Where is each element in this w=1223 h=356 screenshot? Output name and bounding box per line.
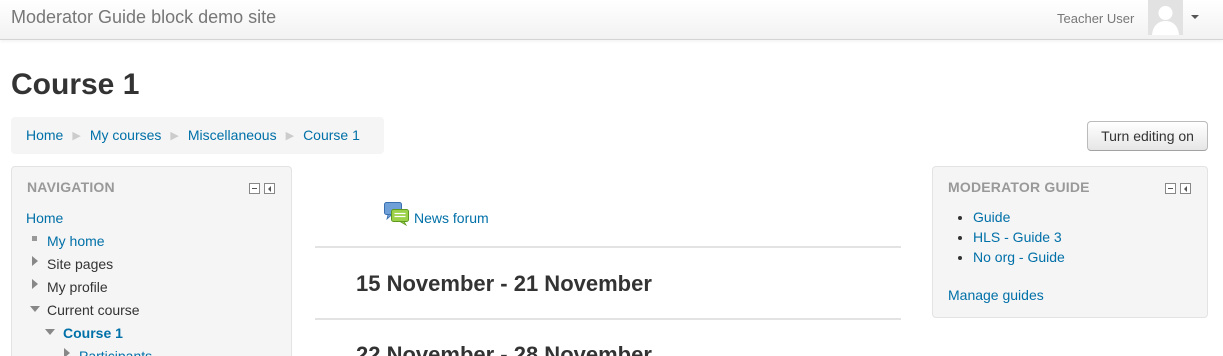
week-heading: 15 November - 21 November <box>356 271 652 296</box>
top-navbar: Moderator Guide block demo site Teacher … <box>0 0 1223 40</box>
nav-item-current-course[interactable]: Current course <box>47 302 140 318</box>
guide-list: Guide HLS - Guide 3 No org - Guide <box>973 207 1065 267</box>
moderator-guide-block-title: MODERATOR GUIDE <box>948 179 1090 195</box>
nav-item-site-pages[interactable]: Site pages <box>47 256 113 272</box>
navigation-block: NAVIGATION Home My home Site pages My pr… <box>11 166 292 356</box>
breadcrumb-miscellaneous[interactable]: Miscellaneous <box>188 127 277 143</box>
user-menu-caret-icon[interactable] <box>1191 15 1199 19</box>
section-divider <box>315 318 901 320</box>
nav-item-my-profile[interactable]: My profile <box>47 279 108 295</box>
breadcrumb-course[interactable]: Course 1 <box>303 127 360 143</box>
manage-guides-link[interactable]: Manage guides <box>948 287 1044 303</box>
nav-item-my-home[interactable]: My home <box>47 233 105 249</box>
minimize-icon[interactable] <box>1165 183 1176 194</box>
list-item: HLS - Guide 3 <box>973 227 1065 247</box>
user-name[interactable]: Teacher User <box>1057 11 1134 26</box>
nav-item-participants[interactable]: Participants <box>79 348 152 356</box>
dock-icon[interactable] <box>264 183 275 194</box>
nav-item-course-1[interactable]: Course 1 <box>63 325 123 341</box>
page-title: Course 1 <box>11 68 140 101</box>
forum-icon <box>384 202 409 226</box>
breadcrumb: Home ▶ My courses ▶ Miscellaneous ▶ Course 1 <box>11 117 384 154</box>
navigation-block-title: NAVIGATION <box>27 179 115 195</box>
expand-arrow-icon[interactable] <box>64 348 70 356</box>
avatar[interactable] <box>1148 0 1183 35</box>
week-heading: 22 November - 28 November <box>356 342 652 356</box>
guide-link[interactable]: No org - Guide <box>973 249 1065 265</box>
dock-icon[interactable] <box>1180 183 1191 194</box>
list-item: Guide <box>973 207 1065 227</box>
breadcrumb-separator-icon: ▶ <box>72 130 81 142</box>
news-forum-link[interactable]: News forum <box>414 210 489 226</box>
expand-arrow-icon[interactable] <box>32 256 38 266</box>
minimize-icon[interactable] <box>249 183 260 194</box>
breadcrumb-my-courses[interactable]: My courses <box>90 127 162 143</box>
guide-link[interactable]: Guide <box>973 209 1010 225</box>
moderator-guide-block: MODERATOR GUIDE Guide HLS - Guide 3 No o… <box>932 166 1208 318</box>
nav-item-home[interactable]: Home <box>26 210 63 226</box>
breadcrumb-separator-icon: ▶ <box>170 130 179 142</box>
guide-link[interactable]: HLS - Guide 3 <box>973 229 1062 245</box>
expand-arrow-icon[interactable] <box>32 279 38 289</box>
site-name[interactable]: Moderator Guide block demo site <box>11 7 276 28</box>
user-silhouette-icon <box>1148 0 1183 35</box>
turn-editing-on-button[interactable]: Turn editing on <box>1087 121 1208 151</box>
list-item: No org - Guide <box>973 247 1065 267</box>
section-divider <box>315 246 901 248</box>
breadcrumb-separator-icon: ▶ <box>285 130 295 142</box>
breadcrumb-home[interactable]: Home <box>26 127 63 143</box>
collapse-arrow-icon[interactable] <box>45 329 55 335</box>
collapse-arrow-icon[interactable] <box>30 306 40 312</box>
bullet-icon <box>32 236 37 241</box>
